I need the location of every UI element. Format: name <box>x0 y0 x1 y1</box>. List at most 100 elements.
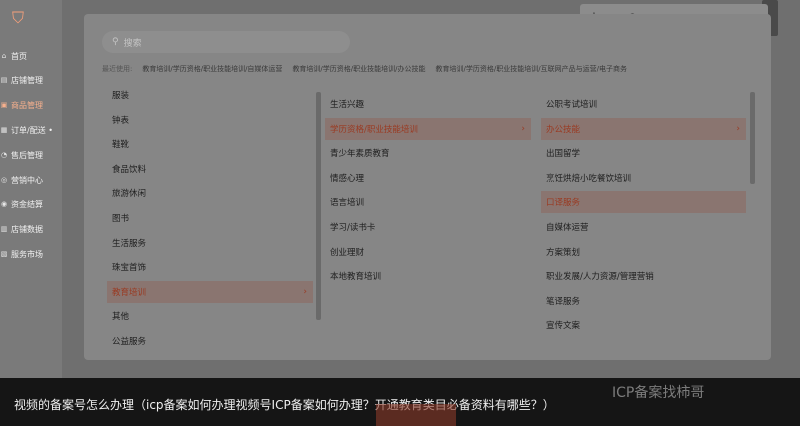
recent-categories: 最近使用: 教育培训/学历资格/职业技能培训/自媒体运营 教育培训/学历资格/职… <box>102 64 722 78</box>
category-item[interactable]: 语言培训 <box>325 191 531 213</box>
sidebar-item[interactable]: ▥ 店铺数据 <box>0 219 62 239</box>
category-item[interactable]: 宣传文案 <box>541 314 746 336</box>
category-item-label: 出国留学 <box>546 149 581 160</box>
sidebar-item[interactable]: ◎ 营销中心 <box>0 170 62 190</box>
category-item-label: 鞋靴 <box>112 140 130 151</box>
sidebar-item-label: 首页 <box>11 51 27 61</box>
category-item-label: 青少年素质教育 <box>330 149 390 160</box>
recent-item[interactable]: 教育培训/学历资格/职业技能培训/自媒体运营 <box>142 64 282 78</box>
service-icon: ▧ <box>0 250 8 258</box>
category-item[interactable]: 钟表 <box>107 109 313 131</box>
category-item-label: 生活服务 <box>112 238 147 249</box>
chevron-right-icon: › <box>303 286 307 297</box>
category-item-label: 职业发展/人力资源/管理营销 <box>546 272 654 283</box>
category-item-label: 服装 <box>112 91 130 101</box>
category-item-label: 语言培训 <box>330 198 365 209</box>
category-item-label: 生活兴趣 <box>330 100 365 110</box>
category-item[interactable]: 自媒体运营 <box>541 216 746 238</box>
category-item[interactable]: 珠宝首饰 <box>107 256 313 278</box>
column-scrollbar[interactable] <box>750 92 755 184</box>
chevron-right-icon: › <box>736 123 740 134</box>
category-item[interactable]: 教育培训 › <box>107 280 313 303</box>
category-item[interactable]: 鞋靴 <box>107 133 313 155</box>
category-item[interactable]: 旅游休闲 <box>107 182 313 204</box>
sidebar-item[interactable]: ◔ 售后管理 <box>0 145 62 165</box>
recent-item[interactable]: 教育培训/学历资格/职业技能培训/互联网产品与运营/电子商务 <box>436 64 627 78</box>
category-item-label: 食品饮料 <box>112 164 147 175</box>
category-item-label: 笔译服务 <box>546 296 581 307</box>
category-item[interactable]: 生活兴趣 <box>325 93 531 115</box>
sidebar-item-label: 店铺数据 <box>11 224 43 234</box>
category-item-label: 自媒体运营 <box>546 223 589 233</box>
category-item-label: 公益服务 <box>112 337 147 347</box>
category-item[interactable]: 职业发展/人力资源/管理营销 <box>541 265 746 287</box>
sidebar-item-label: 资金结算 <box>11 199 43 209</box>
marketing-icon: ◎ <box>0 176 8 184</box>
category-item-label: 学历资格/职业技能培训 <box>330 124 418 135</box>
sidebar-item-label: 服务市场 <box>11 249 43 259</box>
search-input[interactable]: ⚲ 搜索 <box>102 31 350 53</box>
category-item[interactable]: 食品饮料 <box>107 158 313 180</box>
recent-item[interactable]: 教育培训/学历资格/职业技能培训/办公技能 <box>292 64 425 78</box>
category-item[interactable]: 图书 <box>107 207 313 229</box>
category-item-label: 其他 <box>112 312 130 323</box>
category-item[interactable]: 青少年素质教育 <box>325 142 531 164</box>
category-item-label: 宣传文案 <box>546 321 581 332</box>
category-item[interactable]: 口译服务 <box>541 191 746 214</box>
caption-text: 视频的备案号怎么办理（icp备案如何办理视频号ICP备案如何办理？开通教育类目必… <box>14 398 555 412</box>
sidebar-item-label: 售后管理 <box>11 150 43 160</box>
home-icon: ⌂ <box>1 52 7 60</box>
category-item-label: 公职考试培训 <box>546 100 598 110</box>
sidebar-item[interactable]: ▤ 店铺管理 <box>0 70 62 90</box>
column-scrollbar[interactable] <box>316 92 321 320</box>
category-item[interactable]: 方案策划 <box>541 241 746 263</box>
category-item-label: 本地教育培训 <box>330 272 382 283</box>
category-item-label: 方案策划 <box>546 247 581 258</box>
category-item[interactable]: 办公技能 › <box>541 117 746 140</box>
data-icon: ▥ <box>0 225 8 233</box>
category-item[interactable]: 创业理财 <box>325 241 531 263</box>
category-item[interactable]: 其他 <box>107 305 313 327</box>
goods-icon: ▣ <box>0 101 8 109</box>
sidebar-item-label: 营销中心 <box>11 175 43 185</box>
category-item[interactable]: 出国留学 <box>541 142 746 164</box>
caption-accent <box>376 404 456 426</box>
sidebar-item[interactable]: ▦ 订单/配送 • <box>0 120 62 140</box>
sidebar-item[interactable]: ▣ 商品管理 <box>0 95 62 115</box>
category-item-label: 办公技能 <box>546 124 581 135</box>
category-item[interactable]: 公职考试培训 <box>541 93 746 115</box>
category-item[interactable]: 笔译服务 <box>541 290 746 312</box>
sidebar-item-label: 订单/配送 • <box>11 125 53 135</box>
category-item-label: 情感心理 <box>330 173 365 184</box>
aftersale-icon: ◔ <box>0 151 8 159</box>
shop-logo-icon: ⛉ <box>12 8 25 27</box>
finance-icon: ◉ <box>0 200 8 208</box>
recent-label: 最近使用: <box>102 65 133 73</box>
store-icon: ▤ <box>0 76 8 84</box>
category-item[interactable]: 服装 <box>107 84 313 106</box>
category-item[interactable]: 烹饪烘焙小吃餐饮培训 <box>541 167 746 189</box>
order-icon: ▦ <box>0 126 8 134</box>
sidebar-item[interactable]: ▧ 服务市场 <box>0 244 62 264</box>
watermark-text: ICP备案找柿哥 <box>612 385 705 401</box>
category-item-label: 烹饪烘焙小吃餐饮培训 <box>546 173 632 184</box>
category-item[interactable]: 学历资格/职业技能培训 › <box>325 117 531 140</box>
category-item-label: 创业理财 <box>330 247 365 258</box>
sidebar-item[interactable]: ◉ 资金结算 <box>0 194 62 214</box>
category-item[interactable]: 生活服务 <box>107 232 313 254</box>
search-icon: ⚲ <box>112 37 119 47</box>
category-item[interactable]: 公益服务 <box>107 330 313 352</box>
category-item-label: 旅游休闲 <box>112 189 147 200</box>
category-item[interactable]: 学习/读书卡 <box>325 216 531 238</box>
category-item-label: 钟表 <box>112 115 130 126</box>
sidebar-item-label: 店铺管理 <box>11 75 43 85</box>
category-item-label: 学习/读书卡 <box>330 223 376 233</box>
category-item-label: 珠宝首饰 <box>112 263 147 274</box>
sidebar-item[interactable]: ⌂ 首页 <box>0 46 62 66</box>
sidebar-item-label: 商品管理 <box>11 100 43 110</box>
chevron-right-icon: › <box>521 123 525 134</box>
category-item[interactable]: 情感心理 <box>325 167 531 189</box>
category-item-label: 口译服务 <box>546 198 581 209</box>
category-item-label: 教育培训 <box>112 287 147 298</box>
category-item[interactable]: 本地教育培训 <box>325 265 531 287</box>
